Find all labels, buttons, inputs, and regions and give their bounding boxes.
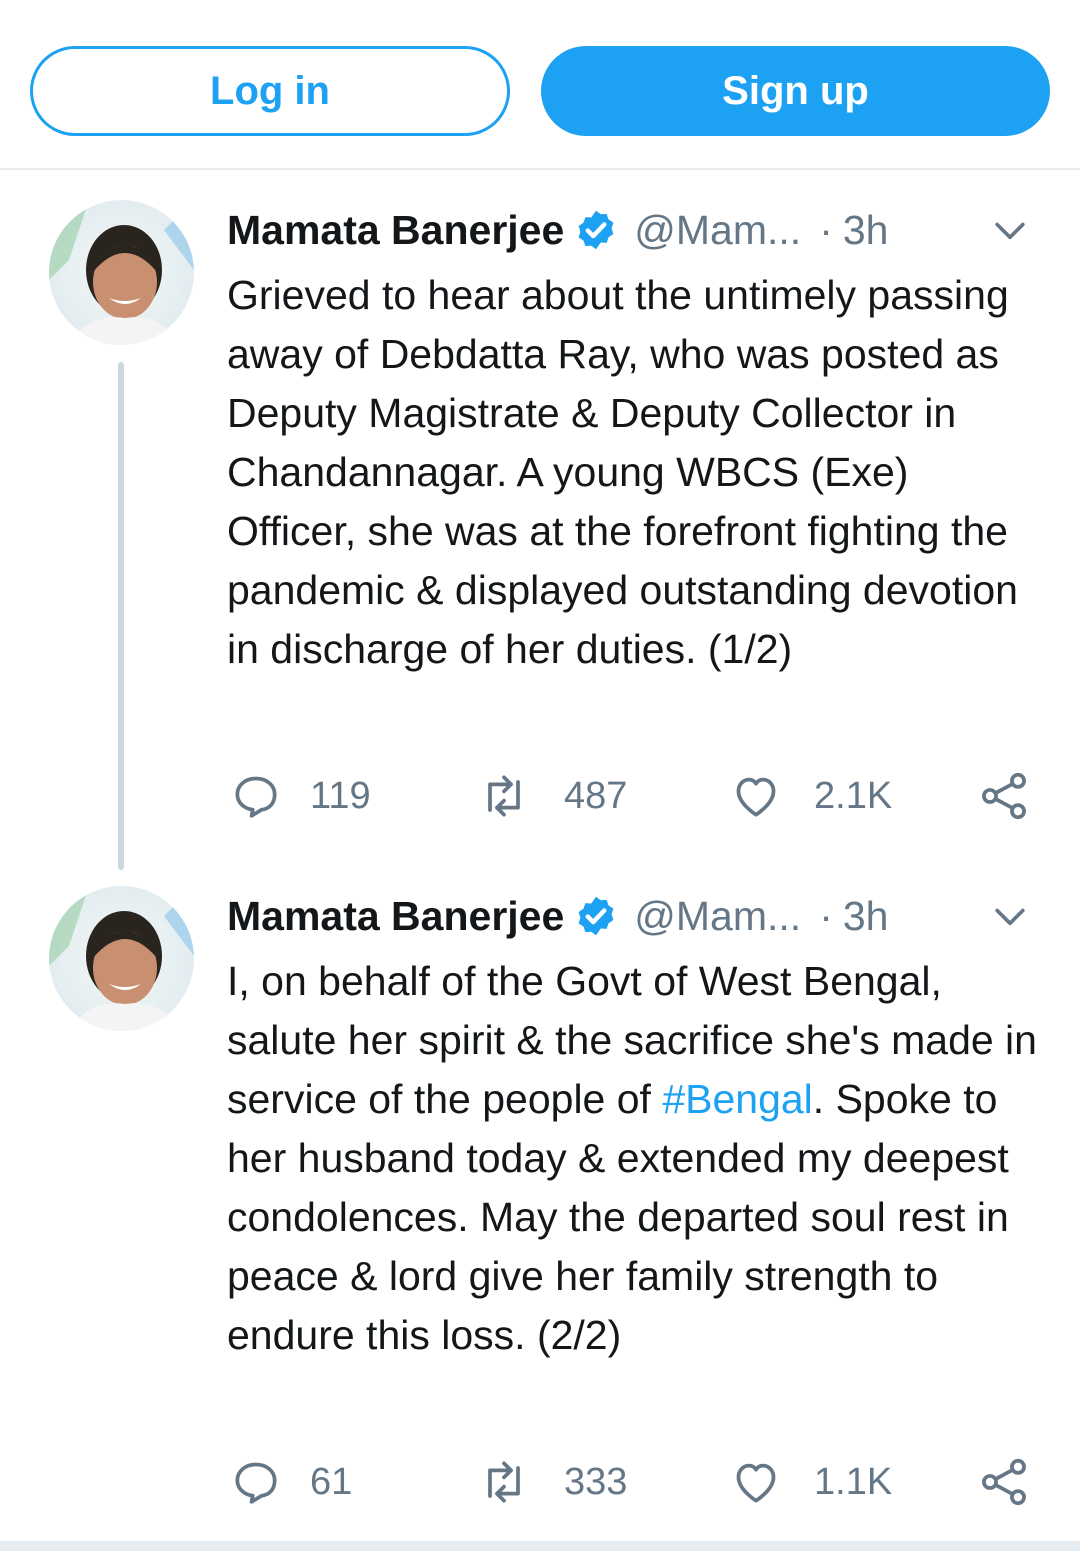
- reply-icon: [235, 1462, 277, 1504]
- retweet-icon: [488, 1461, 520, 1503]
- avatar[interactable]: [49, 886, 194, 1031]
- author-handle[interactable]: @Mam...: [634, 207, 801, 254]
- like-count: 1.1K: [814, 1460, 893, 1503]
- hashtag-link[interactable]: #Bengal: [662, 1076, 812, 1122]
- chevron-down-icon[interactable]: [988, 208, 1032, 252]
- tweet-header: Mamata Banerjee @Mam... · 3h: [227, 888, 888, 944]
- tweet-text: Grieved to hear about the untimely passi…: [227, 272, 1018, 672]
- like-button[interactable]: 2.1K: [728, 766, 892, 826]
- tweet-actions: 119 487 2.1K: [0, 766, 1080, 826]
- reply-icon: [235, 776, 277, 818]
- tweet-text: I, on behalf of the Govt of West Bengal,…: [227, 952, 1047, 1365]
- tweet-header: Mamata Banerjee @Mam... · 3h: [227, 202, 888, 258]
- avatar[interactable]: [49, 200, 194, 345]
- author-name[interactable]: Mamata Banerjee: [227, 893, 564, 940]
- share-button[interactable]: [976, 1452, 1032, 1512]
- like-button[interactable]: 1.1K: [728, 1452, 892, 1512]
- author-handle[interactable]: @Mam...: [634, 893, 801, 940]
- reply-button[interactable]: 119: [228, 766, 371, 826]
- like-count: 2.1K: [814, 774, 893, 817]
- avatar-image: [49, 886, 194, 1031]
- share-icon: [982, 772, 1026, 820]
- avatar-image: [49, 200, 194, 345]
- tweet[interactable]: Mamata Banerjee @Mam... · 3h I, on behal…: [0, 870, 1080, 1541]
- share-icon: [982, 1458, 1026, 1506]
- reply-count: 61: [310, 1460, 353, 1503]
- retweet-count: 487: [564, 774, 628, 817]
- share-button[interactable]: [976, 766, 1032, 826]
- timestamp[interactable]: 3h: [843, 893, 889, 940]
- separator-dot: ·: [819, 206, 833, 253]
- reply-count: 119: [310, 774, 371, 817]
- verified-badge-icon: [578, 210, 614, 250]
- retweet-button[interactable]: 333: [476, 1452, 627, 1512]
- separator-dot: ·: [819, 892, 833, 939]
- bottom-divider: [0, 1541, 1080, 1551]
- retweet-count: 333: [564, 1460, 628, 1503]
- like-icon: [736, 1463, 776, 1503]
- reply-button[interactable]: 61: [228, 1452, 352, 1512]
- tweet[interactable]: Mamata Banerjee @Mam... · 3h Grieved to …: [0, 0, 1080, 870]
- author-name[interactable]: Mamata Banerjee: [227, 207, 564, 254]
- timestamp[interactable]: 3h: [843, 207, 889, 254]
- verified-badge-icon: [578, 896, 614, 936]
- retweet-button[interactable]: 487: [476, 766, 627, 826]
- chevron-down-icon[interactable]: [988, 894, 1032, 938]
- retweet-icon: [488, 775, 520, 817]
- like-icon: [736, 777, 776, 817]
- tweet-actions: 61 333 1.1K: [0, 1452, 1080, 1512]
